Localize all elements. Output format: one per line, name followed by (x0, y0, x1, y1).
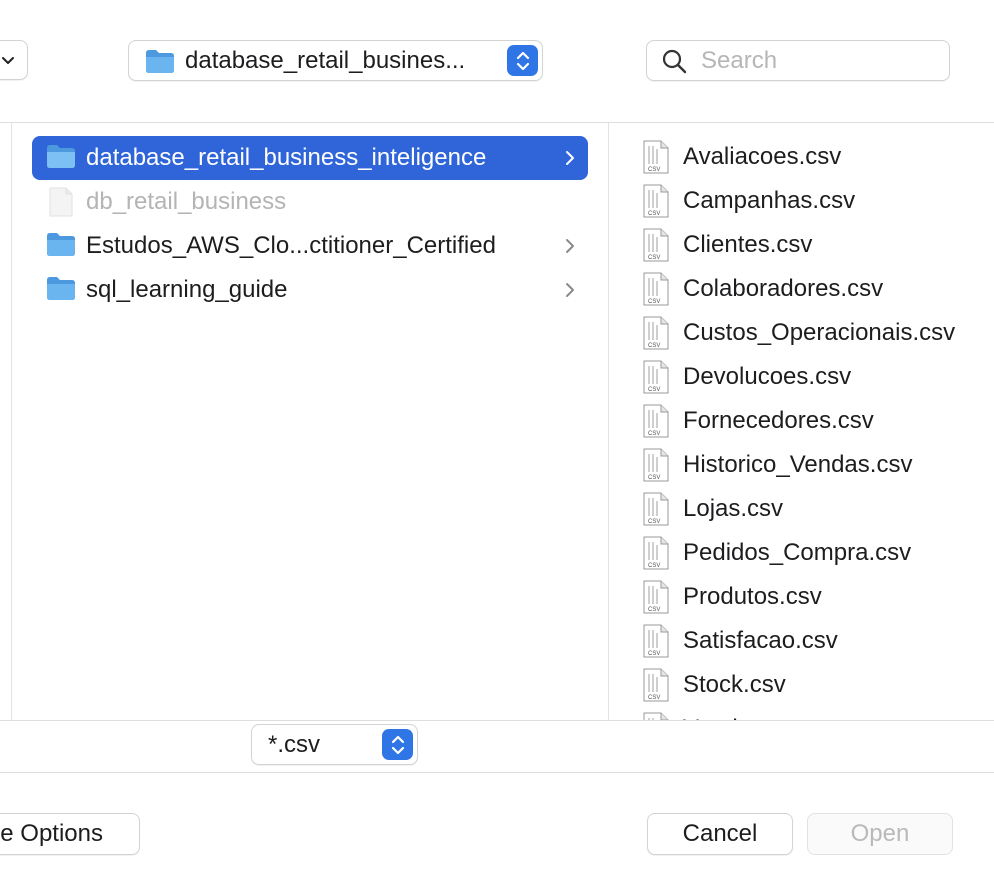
folder-icon (46, 143, 76, 174)
file-label: Fornecedores.csv (683, 407, 874, 434)
csv-badge-text: CSV (648, 255, 660, 261)
search-placeholder: Search (701, 46, 778, 74)
csv-badge-text: CSV (648, 211, 660, 217)
file-label: Historico_Vendas.csv (683, 451, 913, 478)
csv-file-icon: CSV (643, 228, 669, 262)
search-field[interactable]: Search (646, 40, 950, 81)
file-row[interactable]: CSV Pedidos_Compra.csv (643, 531, 911, 575)
csv-file-icon: CSV (643, 492, 669, 526)
chevron-right-icon (566, 283, 574, 297)
csv-badge-text: CSV (648, 387, 660, 393)
folder-label: database_retail_business_inteligence (86, 144, 487, 171)
file-row[interactable]: CSV Avaliacoes.csv (643, 135, 841, 179)
options-button[interactable]: e Options (0, 813, 140, 855)
file-label: Campanhas.csv (683, 187, 856, 214)
path-popup[interactable]: database_retail_busines... (128, 40, 543, 81)
csv-file-icon: CSV (643, 404, 669, 438)
folder-row-sql-learning-guide[interactable]: sql_learning_guide (32, 268, 588, 312)
csv-badge-text: CSV (648, 563, 660, 569)
file-row[interactable]: CSV Custos_Operacionais.csv (643, 311, 955, 355)
csv-file-icon: CSV (643, 360, 669, 394)
filter-bar (0, 721, 994, 772)
csv-file-icon: CSV (643, 316, 669, 350)
folder-icon (145, 48, 175, 74)
file-row-db-retail-business: db_retail_business (32, 180, 588, 224)
file-label: Custos_Operacionais.csv (683, 319, 956, 346)
csv-badge-text: CSV (648, 299, 660, 305)
chevron-right-icon (566, 239, 574, 253)
file-label: Satisfacao.csv (683, 627, 838, 654)
file-row[interactable]: CSV Stock.csv (643, 663, 786, 707)
file-label: Produtos.csv (683, 583, 822, 610)
open-button[interactable]: Open (807, 813, 953, 855)
folder-row-estudos-aws[interactable]: Estudos_AWS_Clo...ctitioner_Certified (32, 224, 588, 268)
file-label: Stock.csv (683, 671, 786, 698)
chevron-right-icon (566, 151, 574, 165)
file-type-popup[interactable]: *.csv (251, 724, 418, 765)
csv-file-icon: CSV (643, 140, 669, 174)
folder-label: sql_learning_guide (86, 276, 288, 303)
csv-file-icon: CSV (643, 536, 669, 570)
file-label: Avaliacoes.csv (683, 143, 842, 170)
file-row[interactable]: CSV Campanhas.csv (643, 179, 855, 223)
file-label: Lojas.csv (683, 495, 784, 522)
file-row[interactable]: CSV Colaboradores.csv (643, 267, 883, 311)
csv-badge-text: CSV (648, 651, 660, 657)
folder-icon (46, 231, 76, 262)
open-file-dialog: database_retail_busines... Search databa… (0, 0, 994, 892)
file-column: CSV Avaliacoes.csv CSV Campanhas.csv CSV Clie… (609, 123, 994, 720)
csv-file-icon: CSV (643, 184, 669, 218)
csv-file-icon: CSV (643, 624, 669, 658)
chevron-down-icon (2, 57, 14, 64)
file-row[interactable]: CSV Satisfacao.csv (643, 619, 838, 663)
search-icon (662, 49, 687, 73)
csv-file-icon: CSV (643, 712, 669, 720)
file-label: Devolucoes.csv (683, 363, 852, 390)
file-row[interactable]: CSV Devolucoes.csv (643, 355, 851, 399)
view-options-button[interactable] (0, 40, 28, 80)
cancel-button[interactable]: Cancel (647, 813, 793, 855)
updown-stepper-icon (382, 729, 413, 760)
path-label: database_retail_busines... (185, 46, 466, 74)
file-row[interactable]: CSV Fornecedores.csv (643, 399, 874, 443)
csv-badge-text: CSV (648, 167, 660, 173)
folder-row-database-retail[interactable]: database_retail_business_inteligence (32, 136, 588, 180)
file-row[interactable]: CSV Lojas.csv (643, 487, 783, 531)
csv-file-icon: CSV (643, 580, 669, 614)
file-label: Colaboradores.csv (683, 275, 884, 302)
csv-badge-text: CSV (648, 475, 660, 481)
folder-icon (46, 275, 76, 306)
csv-badge-text: CSV (648, 607, 660, 613)
file-row[interactable]: CSV Historico_Vendas.csv (643, 443, 912, 487)
file-type-label: *.csv (268, 730, 321, 758)
file-row[interactable]: CSVVendas.csv (643, 707, 806, 720)
csv-file-icon: CSV (643, 448, 669, 482)
document-icon (46, 187, 76, 217)
toolbar: database_retail_busines... Search (0, 0, 994, 122)
folder-column: database_retail_business_inteligence db_… (12, 123, 608, 720)
file-row[interactable]: CSV Clientes.csv (643, 223, 812, 267)
folder-label: Estudos_AWS_Clo...ctitioner_Certified (86, 232, 496, 259)
updown-stepper-icon (507, 45, 538, 76)
csv-badge-text: CSV (648, 431, 660, 437)
file-row[interactable]: CSV Produtos.csv (643, 575, 822, 619)
file-label: Clientes.csv (683, 231, 813, 258)
csv-badge-text: CSV (648, 519, 660, 525)
csv-badge-text: CSV (648, 695, 660, 701)
file-label: db_retail_business (86, 188, 287, 215)
csv-badge-text: CSV (648, 343, 660, 349)
csv-file-icon: CSV (643, 272, 669, 306)
file-label: Pedidos_Compra.csv (683, 539, 912, 566)
csv-file-icon: CSV (643, 668, 669, 702)
